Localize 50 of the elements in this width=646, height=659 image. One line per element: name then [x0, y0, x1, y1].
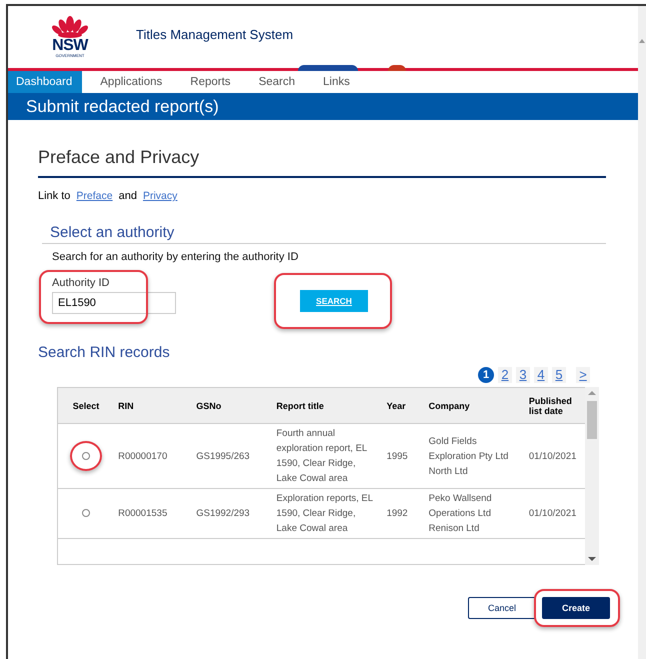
records-heading: Search RIN records — [38, 344, 171, 361]
page-link[interactable]: 5 — [552, 367, 566, 383]
search-button[interactable]: SEARCH — [300, 290, 368, 312]
column-header: Select — [58, 388, 114, 424]
scrollbar[interactable] — [585, 387, 599, 565]
page-link[interactable]: 3 — [516, 367, 530, 383]
next-page-link[interactable]: > — [576, 367, 590, 383]
link-label: Link to — [38, 190, 70, 202]
authority-id-field[interactable]: EL1590 — [52, 292, 176, 314]
column-header: Company — [424, 388, 525, 424]
app-title: Titles Management System — [136, 26, 294, 42]
radio-button[interactable] — [82, 509, 90, 518]
nav-tab[interactable]: Search — [244, 71, 309, 93]
table-cell: GS1995/263 — [192, 424, 272, 488]
page-link[interactable]: 4 — [534, 367, 548, 383]
radio-button[interactable] — [82, 452, 90, 460]
column-header: GSNo — [192, 388, 272, 424]
instructions-text: Search for an authority by entering the authority ID — [52, 251, 300, 263]
field-label: Authority ID — [52, 277, 110, 289]
table-cell: Peko Wallsend Operations Ltd Renison Ltd — [424, 488, 525, 538]
privacy-link[interactable]: Privacy — [142, 190, 178, 202]
logo-wordmark: NSW — [52, 38, 88, 53]
cancel-button[interactable]: Cancel — [468, 597, 536, 619]
table-cell: R00001535 — [114, 488, 192, 538]
preface-link[interactable]: Preface — [76, 190, 113, 202]
table-cell: Exploration reports, EL 1590, Clear Ridge, Lake Cowal area — [272, 488, 383, 538]
nav-tab[interactable]: Dashboard — [8, 71, 82, 93]
table-cell: Fourth annual exploration report, EL 1590, Clear Ridge, Lake Cowal area — [272, 424, 383, 488]
column-header: Year — [382, 388, 425, 424]
nav-tab[interactable]: Links — [309, 71, 364, 93]
table-cell: 1992 — [382, 488, 425, 538]
page-title: Submit redacted report(s) — [26, 96, 219, 116]
avatar-icon[interactable] — [388, 65, 406, 71]
table-cell: GS1992/293 — [192, 488, 272, 538]
waratah-flower-icon — [50, 16, 90, 38]
authority-heading: Select an authority — [42, 224, 606, 244]
table-cell: 1995 — [382, 424, 425, 488]
page-link[interactable]: 1 — [478, 367, 494, 383]
section-title: Preface and Privacy — [38, 147, 606, 178]
nav-tab[interactable]: Applications — [86, 71, 176, 93]
nav-tab[interactable]: Reports — [176, 71, 245, 93]
page-link[interactable]: 2 — [498, 367, 512, 383]
link-joiner: and — [118, 190, 137, 202]
column-header: Published list date — [524, 388, 585, 424]
user-pill[interactable] — [298, 65, 358, 71]
table-cell: Gold Fields Exploration Pty Ltd North Ltd — [424, 424, 525, 488]
column-header: RIN — [114, 388, 192, 424]
column-header: Report title — [272, 388, 383, 424]
create-button[interactable]: Create — [542, 597, 610, 619]
table-cell: R00000170 — [114, 424, 192, 488]
